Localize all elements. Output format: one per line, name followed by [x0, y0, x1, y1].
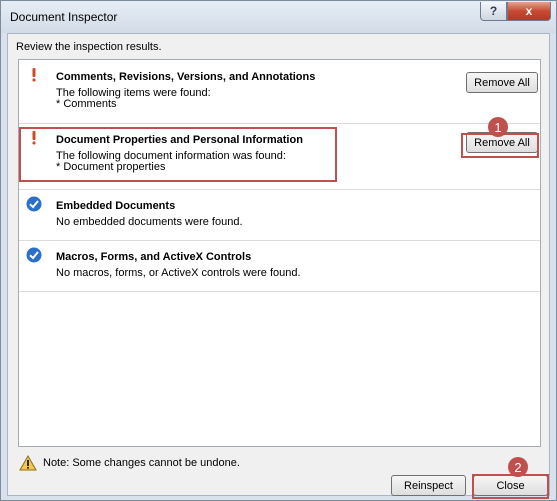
item-description: No embedded documents were found. [56, 216, 243, 228]
checkmark-icon [26, 196, 42, 212]
step-2-marker: 2 [508, 457, 528, 477]
close-icon: x [525, 4, 533, 18]
undo-warning-note: Note: Some changes cannot be undone. [43, 457, 240, 469]
step-1-marker: 1 [488, 117, 508, 137]
item-title: Macros, Forms, and ActiveX Controls [56, 251, 252, 263]
help-button[interactable]: ? [480, 2, 507, 21]
item-title: Comments, Revisions, Versions, and Annot… [56, 71, 316, 83]
warning-triangle-icon [19, 455, 37, 471]
warning-exclamation-icon [32, 131, 36, 145]
reinspect-button[interactable]: Reinspect [391, 475, 466, 496]
result-item-comments: Comments, Revisions, Versions, and Annot… [19, 60, 540, 124]
remove-all-comments-button[interactable]: Remove All [466, 72, 538, 93]
inspection-results-list[interactable]: Comments, Revisions, Versions, and Annot… [18, 59, 541, 447]
result-item-embedded-documents: Embedded Documents No embedded documents… [19, 189, 540, 241]
close-button[interactable]: Close [473, 475, 548, 496]
item-detail: * Comments [56, 98, 117, 110]
item-title: Document Properties and Personal Informa… [56, 134, 303, 146]
result-item-macros: Macros, Forms, and ActiveX Controls No m… [19, 240, 540, 292]
window-title: Document Inspector [10, 10, 118, 24]
help-icon: ? [489, 4, 498, 18]
instructions-text: Review the inspection results. [16, 41, 162, 53]
document-inspector-dialog: Document Inspector ? x Review the inspec… [0, 0, 557, 501]
item-description: No macros, forms, or ActiveX controls we… [56, 267, 301, 279]
window-close-button[interactable]: x [507, 2, 551, 21]
warning-exclamation-icon [32, 68, 36, 82]
item-title: Embedded Documents [56, 200, 176, 212]
result-item-document-properties: Document Properties and Personal Informa… [19, 123, 540, 190]
title-bar: Document Inspector ? x [1, 1, 556, 33]
checkmark-icon [26, 247, 42, 263]
item-detail: * Document properties [56, 161, 166, 173]
dialog-body: Review the inspection results. Comments,… [7, 33, 550, 496]
